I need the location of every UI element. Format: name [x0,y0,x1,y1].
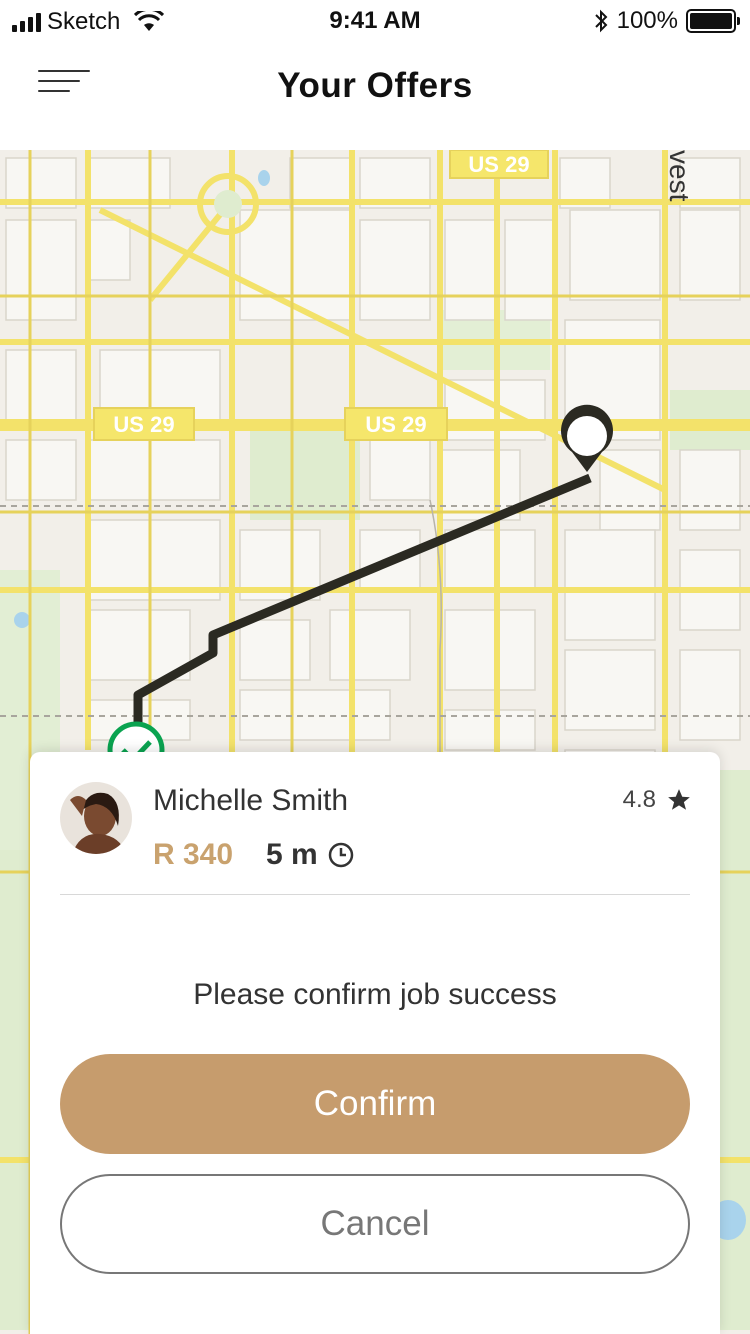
status-bar: Sketch 9:41 AM 100% [0,0,750,40]
status-right: 100% [593,7,740,35]
map-edge-label: vest [664,150,695,202]
offer-duration: 5 m [266,838,354,872]
rating-value: 4.8 [622,786,656,813]
rating: 4.8 [623,786,692,814]
route-shield-center: US 29 [344,407,448,441]
route-label: US 29 [113,412,174,437]
header: Your Offers [0,40,750,150]
clock-icon [328,842,353,868]
offer-price: R 340 [153,838,234,871]
confirm-button[interactable]: Confirm [60,1054,690,1154]
bluetooth-icon [594,9,608,33]
divider [60,894,690,895]
confirm-prompt: Please confirm job success [193,978,557,1011]
route-shield-left: US 29 [93,407,195,441]
battery-percent: 100% [616,7,678,34]
cancel-button[interactable]: Cancel [60,1174,690,1274]
duration-value: 5 m [266,838,318,871]
star-icon [668,789,690,810]
offer-card: Michelle Smith 4.8 R 340 5 m Please conf… [30,752,720,1334]
route-shield-top: US 29 [449,150,549,179]
page-title: Your Offers [277,66,473,105]
battery-icon [686,9,740,33]
route-label: US 29 [468,152,529,177]
route-label: US 29 [365,412,426,437]
avatar[interactable] [60,782,132,854]
driver-photo [60,782,132,854]
driver-name: Michelle Smith [153,784,349,817]
